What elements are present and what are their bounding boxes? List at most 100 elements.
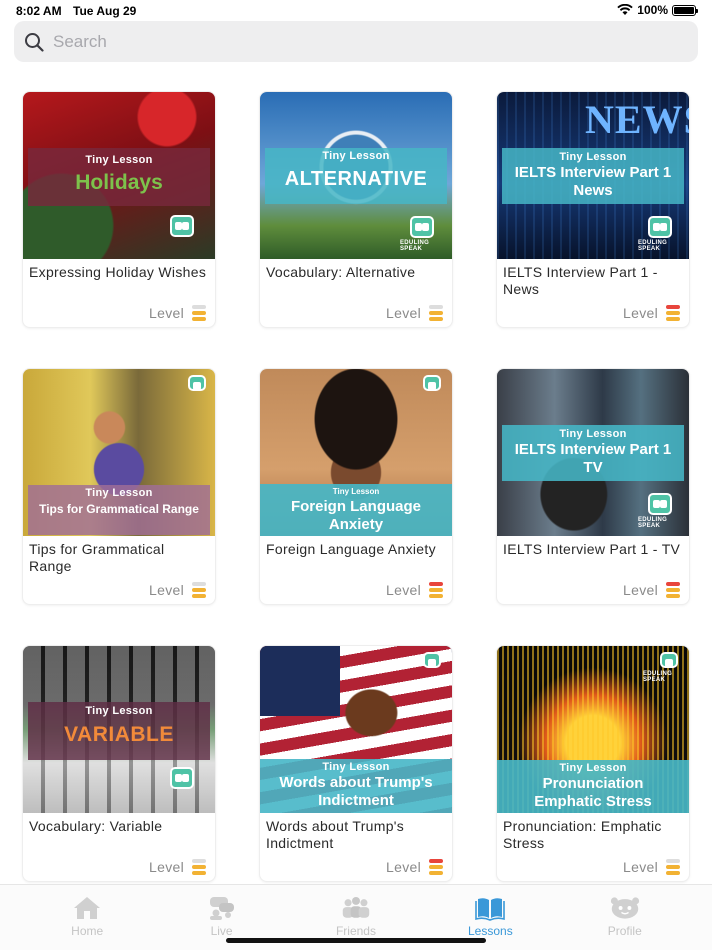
lesson-title: Vocabulary: Alternative — [266, 264, 416, 280]
level-bars-icon — [666, 582, 680, 598]
lesson-overlay-banner: Tiny Lesson Holidays — [28, 148, 210, 206]
tiny-lesson-label: Tiny Lesson — [332, 487, 380, 496]
lesson-card[interactable]: Tiny Lesson Words about Trump's Indictme… — [260, 646, 452, 881]
lesson-title: Words about Trump's Indictment — [266, 818, 405, 851]
level-label: Level — [386, 305, 421, 321]
house-icon — [74, 897, 101, 919]
logo-text: EDULING SPEAK — [638, 240, 668, 252]
status-date: Tue Aug 29 — [73, 4, 137, 18]
lesson-thumbnail: Tiny Lesson Pronunciation Emphatic Stres… — [497, 646, 689, 813]
level-indicator: Level — [386, 582, 443, 598]
overlay-title: IELTS Interview Part 1 News — [514, 164, 672, 199]
level-bars-icon — [429, 305, 443, 321]
logo-text: EDULING SPEAK — [643, 671, 673, 683]
overlay-title: Holidays — [75, 171, 163, 194]
tiny-lesson-label: Tiny Lesson — [559, 762, 627, 774]
eduling-logo-icon — [410, 216, 434, 238]
level-bars-icon — [192, 859, 206, 875]
level-label: Level — [623, 582, 658, 598]
lesson-thumbnail: Tiny Lesson IELTS Interview Part 1 TV ED… — [497, 369, 689, 536]
overlay-title: ALTERNATIVE — [284, 168, 428, 190]
eduling-logo-icon — [423, 375, 441, 391]
lesson-card[interactable]: Tiny Lesson IELTS Interview Part 1 TV ED… — [497, 369, 689, 604]
lesson-thumbnail: Tiny Lesson Words about Trump's Indictme… — [260, 646, 452, 813]
level-bars-icon — [192, 305, 206, 321]
status-bar: 8:02 AM Tue Aug 29 100% — [0, 0, 712, 20]
tab-home[interactable]: Home — [32, 885, 142, 950]
lesson-title: Foreign Language Anxiety — [266, 541, 436, 557]
level-indicator: Level — [149, 859, 206, 875]
tab-label: Home — [71, 924, 104, 938]
overlay-title: Foreign Language Anxiety — [290, 498, 421, 533]
lesson-thumbnail: Tiny Lesson VARIABLE — [23, 646, 215, 813]
level-label: Level — [623, 305, 658, 321]
eduling-logo-icon — [170, 767, 194, 789]
level-bars-icon — [192, 582, 206, 598]
lesson-title: Tips for Grammatical Range — [29, 541, 165, 574]
lesson-card[interactable]: Tiny Lesson Pronunciation Emphatic Stres… — [497, 646, 689, 881]
level-indicator: Level — [386, 305, 443, 321]
level-bars-icon — [666, 305, 680, 321]
tiny-lesson-label: Tiny Lesson — [559, 428, 627, 440]
logo-text: EDULING SPEAK — [638, 517, 668, 529]
lesson-overlay-banner: Tiny Lesson IELTS Interview Part 1 News — [502, 148, 684, 204]
status-time: 8:02 AM — [16, 4, 62, 18]
lesson-card[interactable]: Tiny Lesson VARIABLE Vocabulary: Variabl… — [23, 646, 215, 881]
lesson-overlay-banner: Tiny Lesson IELTS Interview Part 1 TV — [502, 425, 684, 481]
lesson-card[interactable]: NEWS Tiny Lesson IELTS Interview Part 1 … — [497, 92, 689, 327]
lesson-overlay-banner: Tiny Lesson Tips for Grammatical Range — [28, 485, 210, 535]
lesson-thumbnail: Tiny Lesson Foreign Language Anxiety — [260, 369, 452, 536]
level-indicator: Level — [149, 582, 206, 598]
live-icon — [209, 897, 234, 920]
news-background-text: NEWS — [585, 97, 689, 142]
overlay-title: Pronunciation Emphatic Stress — [534, 775, 652, 810]
tiny-lesson-label: Tiny Lesson — [85, 154, 153, 166]
eduling-logo-icon — [660, 652, 678, 668]
lesson-card[interactable]: Tiny Lesson ALTERNATIVE EDULING SPEAK Vo… — [260, 92, 452, 327]
tab-label: Live — [210, 924, 233, 938]
level-label: Level — [386, 859, 421, 875]
overlay-title: Tips for Grammatical Range — [39, 502, 199, 516]
tiny-lesson-label: Tiny Lesson — [85, 487, 153, 499]
lesson-title: Expressing Holiday Wishes — [29, 264, 207, 280]
battery-icon — [672, 4, 698, 16]
lesson-overlay-banner: Tiny Lesson Words about Trump's Indictme… — [260, 759, 452, 813]
eduling-logo-icon — [423, 652, 441, 668]
lesson-overlay-banner: Tiny Lesson VARIABLE — [28, 702, 210, 760]
eduling-logo-icon — [170, 215, 194, 237]
wifi-icon — [617, 4, 633, 15]
eduling-logo-icon — [188, 375, 206, 391]
lesson-title: Pronunciation: Emphatic Stress — [503, 818, 662, 851]
level-indicator: Level — [149, 305, 206, 321]
lesson-overlay-banner: Tiny Lesson ALTERNATIVE — [265, 148, 447, 204]
level-label: Level — [386, 582, 421, 598]
lesson-thumbnail: Tiny Lesson Tips for Grammatical Range — [23, 369, 215, 536]
tab-label: Profile — [607, 924, 642, 938]
lesson-thumbnail: Tiny Lesson Holidays — [23, 92, 215, 259]
eduling-logo-icon — [648, 493, 672, 515]
lesson-title: IELTS Interview Part 1 - News — [503, 264, 658, 297]
profile-face-icon — [610, 897, 639, 919]
lesson-thumbnail: NEWS Tiny Lesson IELTS Interview Part 1 … — [497, 92, 689, 259]
logo-text: EDULING SPEAK — [400, 240, 430, 252]
level-indicator: Level — [623, 859, 680, 875]
level-label: Level — [149, 582, 184, 598]
home-indicator — [226, 938, 486, 943]
eduling-logo-icon — [648, 216, 672, 238]
tiny-lesson-label: Tiny Lesson — [322, 761, 390, 773]
level-bars-icon — [666, 859, 680, 875]
lesson-card[interactable]: Tiny Lesson Holidays Expressing Holiday … — [23, 92, 215, 327]
tab-profile[interactable]: Profile — [570, 885, 680, 950]
lesson-card[interactable]: Tiny Lesson Foreign Language Anxiety For… — [260, 369, 452, 604]
level-label: Level — [623, 859, 658, 875]
status-right: 100% — [617, 3, 698, 17]
search-bar[interactable] — [14, 21, 698, 62]
book-icon — [475, 898, 506, 921]
level-indicator: Level — [386, 859, 443, 875]
overlay-title: IELTS Interview Part 1 TV — [514, 441, 672, 476]
friends-icon — [342, 896, 370, 918]
search-input[interactable] — [53, 31, 653, 52]
lesson-card[interactable]: Tiny Lesson Tips for Grammatical Range T… — [23, 369, 215, 604]
level-bars-icon — [429, 582, 443, 598]
lesson-overlay-banner: Tiny Lesson Pronunciation Emphatic Stres… — [497, 760, 689, 813]
